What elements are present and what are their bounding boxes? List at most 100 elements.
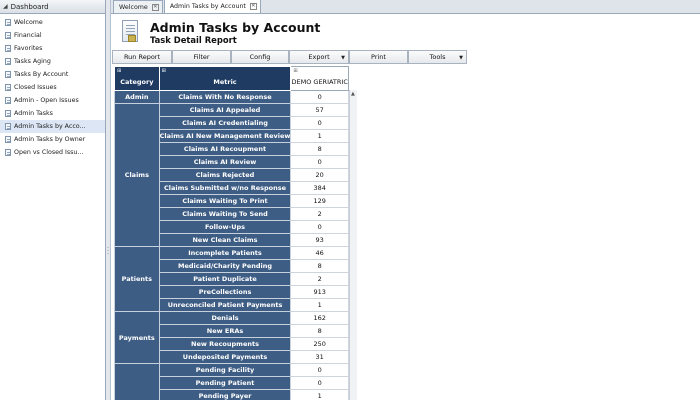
- metric-cell[interactable]: Claims Submitted w/no Response: [158, 181, 292, 195]
- value-cell[interactable]: 0: [290, 116, 349, 130]
- document-icon: [5, 32, 11, 39]
- vertical-scrollbar[interactable]: ▲: [349, 90, 357, 400]
- metric-cell[interactable]: Claims AI Appealed: [158, 103, 292, 117]
- config-button[interactable]: Config: [231, 50, 289, 64]
- sidebar-item-closed-issues[interactable]: Closed Issues: [0, 81, 105, 94]
- metric-cell[interactable]: Patient Duplicate: [158, 272, 292, 286]
- metric-cell[interactable]: Claims AI Credentialing: [158, 116, 292, 130]
- document-icon: [5, 19, 11, 26]
- drag-handle-icon[interactable]: ⊞: [162, 68, 166, 74]
- sidebar-item-financial[interactable]: Financial: [0, 29, 105, 42]
- main-panel: Welcome ✕ Admin Tasks by Account ✕ Admin…: [111, 0, 700, 400]
- value-cell[interactable]: 0: [290, 90, 349, 104]
- metric-cell[interactable]: Undeposited Payments: [158, 350, 292, 364]
- metric-cell[interactable]: Claims Waiting To Print: [158, 194, 292, 208]
- splitter-grip-icon[interactable]: · · ·: [107, 245, 109, 258]
- metric-cell[interactable]: Incomplete Patients: [158, 246, 292, 260]
- value-cell[interactable]: 250: [290, 337, 349, 351]
- tools-button[interactable]: Tools ▼: [408, 50, 467, 64]
- header-category[interactable]: ⊞ Category: [114, 66, 160, 91]
- category-cell[interactable]: Patients: [114, 246, 160, 312]
- sidebar-item-tasks-aging[interactable]: Tasks Aging: [0, 55, 105, 68]
- category-cell[interactable]: Payments: [114, 311, 160, 364]
- metric-cell[interactable]: PreCollections: [158, 285, 292, 299]
- value-cell[interactable]: 0: [290, 155, 349, 169]
- sidebar-item-open-vs-closed[interactable]: Open vs Closed Issu...: [0, 146, 105, 159]
- metric-cell[interactable]: Claims Waiting To Send: [158, 207, 292, 221]
- sidebar-item-admin-tasks[interactable]: Admin Tasks: [0, 107, 105, 120]
- print-button[interactable]: Print: [349, 50, 408, 64]
- value-cell[interactable]: 8: [290, 259, 349, 273]
- metric-cell[interactable]: Claims Rejected: [158, 168, 292, 182]
- header-value[interactable]: ⊞ DEMO GERIATRIC: [290, 66, 349, 91]
- sidebar-item-favorites[interactable]: Favorites: [0, 42, 105, 55]
- sidebar-item-admin-open-issues[interactable]: Admin - Open Issues: [0, 94, 105, 107]
- tab-bar: Welcome ✕ Admin Tasks by Account ✕: [111, 0, 700, 14]
- value-cell[interactable]: 129: [290, 194, 349, 208]
- value-cell[interactable]: 93: [290, 233, 349, 247]
- value-cell[interactable]: 57: [290, 103, 349, 117]
- metric-cell[interactable]: New Clean Claims: [158, 233, 292, 247]
- close-icon[interactable]: ✕: [249, 3, 257, 10]
- sidebar-item-admin-tasks-by-account[interactable]: Admin Tasks by Acco...: [0, 120, 105, 133]
- run-report-button[interactable]: Run Report: [112, 50, 172, 64]
- metric-cell[interactable]: Pending Payer: [158, 389, 292, 400]
- metric-cell[interactable]: New Recoupments: [158, 337, 292, 351]
- metric-cell[interactable]: Claims With No Response: [158, 90, 292, 104]
- sidebar-header[interactable]: ◢ Dashboard: [0, 0, 105, 14]
- header-label: DEMO GERIATRIC: [291, 78, 348, 86]
- value-cell[interactable]: 20: [290, 168, 349, 182]
- document-icon: [5, 84, 11, 91]
- pivot-table: ⊞ Category ⊞ Metric ⊞ DEMO GERIATRIC Admin C…: [114, 66, 349, 400]
- sidebar-item-tasks-by-account[interactable]: Tasks By Account: [0, 68, 105, 81]
- value-cell[interactable]: 913: [290, 285, 349, 299]
- value-cell[interactable]: 1: [290, 129, 349, 143]
- category-cell[interactable]: [114, 363, 160, 400]
- page-title: Admin Tasks by Account: [150, 20, 321, 35]
- chevron-down-icon: ▼: [341, 55, 345, 61]
- metric-cell[interactable]: Pending Patient: [158, 376, 292, 390]
- metric-cell[interactable]: Denials: [158, 311, 292, 325]
- collapse-arrow-icon[interactable]: ◢: [3, 3, 8, 10]
- tab-label: Admin Tasks by Account: [169, 3, 246, 10]
- category-cell[interactable]: Claims: [114, 103, 160, 247]
- value-cell[interactable]: 31: [290, 350, 349, 364]
- header-metric[interactable]: ⊞ Metric: [158, 66, 292, 91]
- value-cell[interactable]: 162: [290, 311, 349, 325]
- value-cell[interactable]: 384: [290, 181, 349, 195]
- value-cell[interactable]: 0: [290, 220, 349, 234]
- filter-button[interactable]: Filter: [172, 50, 231, 64]
- drag-handle-icon[interactable]: ⊞: [293, 68, 297, 74]
- tab-label: Welcome: [119, 3, 148, 11]
- value-cell[interactable]: 1: [290, 389, 349, 400]
- metric-cell[interactable]: Follow-Ups: [158, 220, 292, 234]
- metric-cell[interactable]: Claims AI Review: [158, 155, 292, 169]
- value-cell[interactable]: 0: [290, 376, 349, 390]
- scroll-up-icon[interactable]: ▲: [351, 91, 355, 97]
- drag-handle-icon[interactable]: ⊞: [117, 68, 121, 74]
- tab-welcome[interactable]: Welcome ✕: [113, 0, 163, 13]
- metric-cell[interactable]: Medicaid/Charity Pending: [158, 259, 292, 273]
- metric-cell[interactable]: Claims AI New Management Review: [158, 129, 292, 143]
- document-icon: [5, 97, 11, 104]
- app-window: ◢ Dashboard Welcome Financial Favorites …: [0, 0, 700, 400]
- sidebar-item-welcome[interactable]: Welcome: [0, 16, 105, 29]
- metric-cell[interactable]: Claims AI Recoupment: [158, 142, 292, 156]
- sidebar-item-label: Admin Tasks: [14, 110, 53, 117]
- tab-admin-tasks-by-account[interactable]: Admin Tasks by Account ✕: [163, 0, 261, 13]
- value-cell[interactable]: 46: [290, 246, 349, 260]
- document-icon: [5, 136, 11, 143]
- value-cell[interactable]: 8: [290, 324, 349, 338]
- value-cell[interactable]: 2: [290, 207, 349, 221]
- value-cell[interactable]: 1: [290, 298, 349, 312]
- value-cell[interactable]: 0: [290, 363, 349, 377]
- close-icon[interactable]: ✕: [151, 3, 159, 11]
- metric-cell[interactable]: New ERAs: [158, 324, 292, 338]
- value-cell[interactable]: 2: [290, 272, 349, 286]
- export-button[interactable]: Export ▼: [289, 50, 349, 64]
- sidebar-item-admin-tasks-by-owner[interactable]: Admin Tasks by Owner: [0, 133, 105, 146]
- metric-cell[interactable]: Unreconciled Patient Payments: [158, 298, 292, 312]
- value-cell[interactable]: 8: [290, 142, 349, 156]
- category-cell[interactable]: Admin: [114, 90, 160, 104]
- metric-cell[interactable]: Pending Facility: [158, 363, 292, 377]
